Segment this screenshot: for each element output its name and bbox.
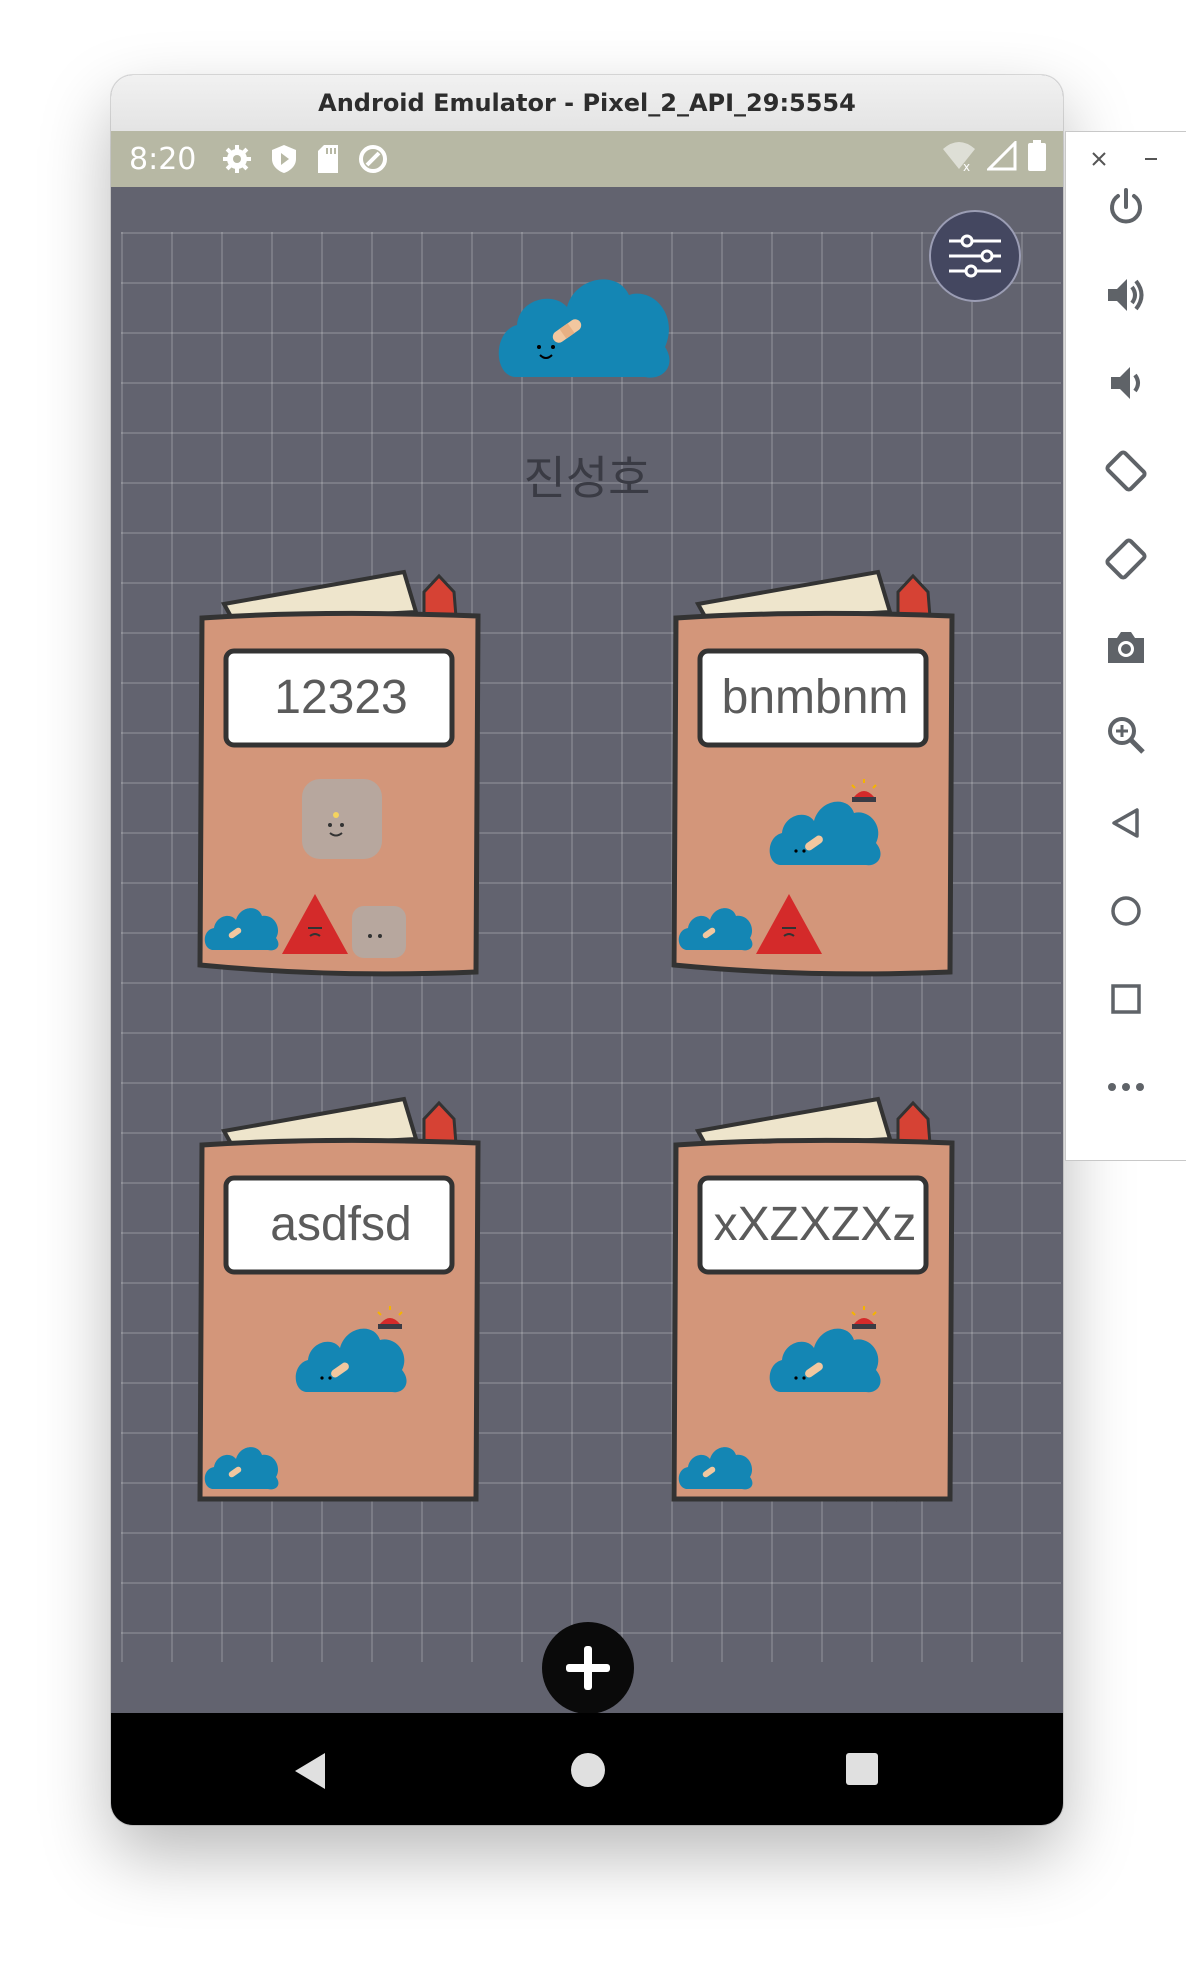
battery-icon [1028, 140, 1046, 171]
back-button[interactable] [1096, 793, 1156, 853]
red-triangle-icon [756, 894, 822, 954]
notebook-card[interactable]: xXZXZXz [668, 1089, 983, 1529]
zoom-button[interactable] [1096, 705, 1156, 765]
android-nav-bar [111, 1713, 1063, 1825]
more-button[interactable] [1096, 1057, 1156, 1117]
user-name: 진성호 [523, 451, 651, 505]
camera-icon [1108, 632, 1144, 663]
siren-cloud-icon [769, 779, 881, 866]
user-avatar-cloud-icon [498, 279, 670, 378]
plus-icon [566, 1646, 610, 1690]
emulator-side-toolbar [1065, 131, 1186, 1161]
gray-blob-icon [302, 779, 382, 859]
screenshot-button[interactable] [1096, 617, 1156, 677]
overview-icon [1111, 984, 1141, 1014]
rotate-right-icon [1105, 538, 1147, 580]
more-icon [1108, 1083, 1144, 1091]
settings-button[interactable] [929, 210, 1021, 302]
status-bar: 8:20 x [111, 131, 1063, 187]
back-icon [1112, 808, 1139, 838]
notebook-title: xXZXZXz [713, 1197, 917, 1251]
window-title: Android Emulator - Pixel_2_API_29:5554 [318, 89, 856, 117]
gear-icon [223, 145, 252, 173]
window-titlebar: Android Emulator - Pixel_2_API_29:5554 [111, 75, 1063, 132]
play-protect-icon [272, 145, 297, 173]
notebook-title: bnmbnm [721, 670, 909, 724]
home-icon [1111, 896, 1141, 926]
red-triangle-icon [282, 894, 348, 954]
status-time: 8:20 [129, 141, 197, 177]
home-button[interactable] [1096, 881, 1156, 941]
cloud-icon [678, 908, 753, 951]
power-button[interactable] [1096, 177, 1156, 237]
svg-text:x: x [963, 160, 970, 173]
gray-blob-icon [352, 906, 406, 958]
cloud-icon [204, 1447, 279, 1490]
power-icon [1110, 188, 1142, 224]
volume-down-icon [1111, 367, 1140, 399]
home-icon[interactable] [569, 1751, 607, 1789]
sync-icon [359, 145, 388, 173]
zoom-icon [1108, 717, 1145, 754]
siren-cloud-icon [769, 1306, 881, 1393]
back-icon[interactable] [291, 1751, 331, 1791]
volume-up-button[interactable] [1096, 265, 1156, 325]
app-screen: 진성호 12323 bnmbnm asdfsd xXZXZXz [111, 187, 1063, 1714]
siren-cloud-icon [295, 1306, 407, 1393]
rotate-left-icon [1105, 450, 1147, 492]
minimize-icon[interactable] [1142, 150, 1160, 168]
sliders-icon [949, 234, 1001, 278]
notebook-title: 12323 [274, 670, 408, 724]
cloud-icon [204, 908, 279, 951]
close-icon[interactable] [1090, 150, 1108, 168]
volume-up-icon [1108, 279, 1144, 311]
cloud-icon [678, 1447, 753, 1490]
wifi-icon: x [943, 142, 975, 173]
emulator-window: Android Emulator - Pixel_2_API_29:5554 8… [111, 75, 1063, 1825]
overview-button[interactable] [1096, 969, 1156, 1029]
notebook-card[interactable]: asdfsd [194, 1089, 509, 1529]
notebook-card[interactable]: 12323 [194, 562, 509, 1002]
recents-icon[interactable] [844, 1751, 880, 1787]
volume-down-button[interactable] [1096, 353, 1156, 413]
rotate-left-button[interactable] [1096, 441, 1156, 501]
rotate-right-button[interactable] [1096, 529, 1156, 589]
notebook-card[interactable]: bnmbnm [668, 562, 983, 1002]
add-notebook-button[interactable] [542, 1622, 634, 1714]
signal-icon [987, 141, 1017, 171]
sd-card-icon [318, 145, 339, 173]
notebook-title: asdfsd [270, 1197, 412, 1251]
